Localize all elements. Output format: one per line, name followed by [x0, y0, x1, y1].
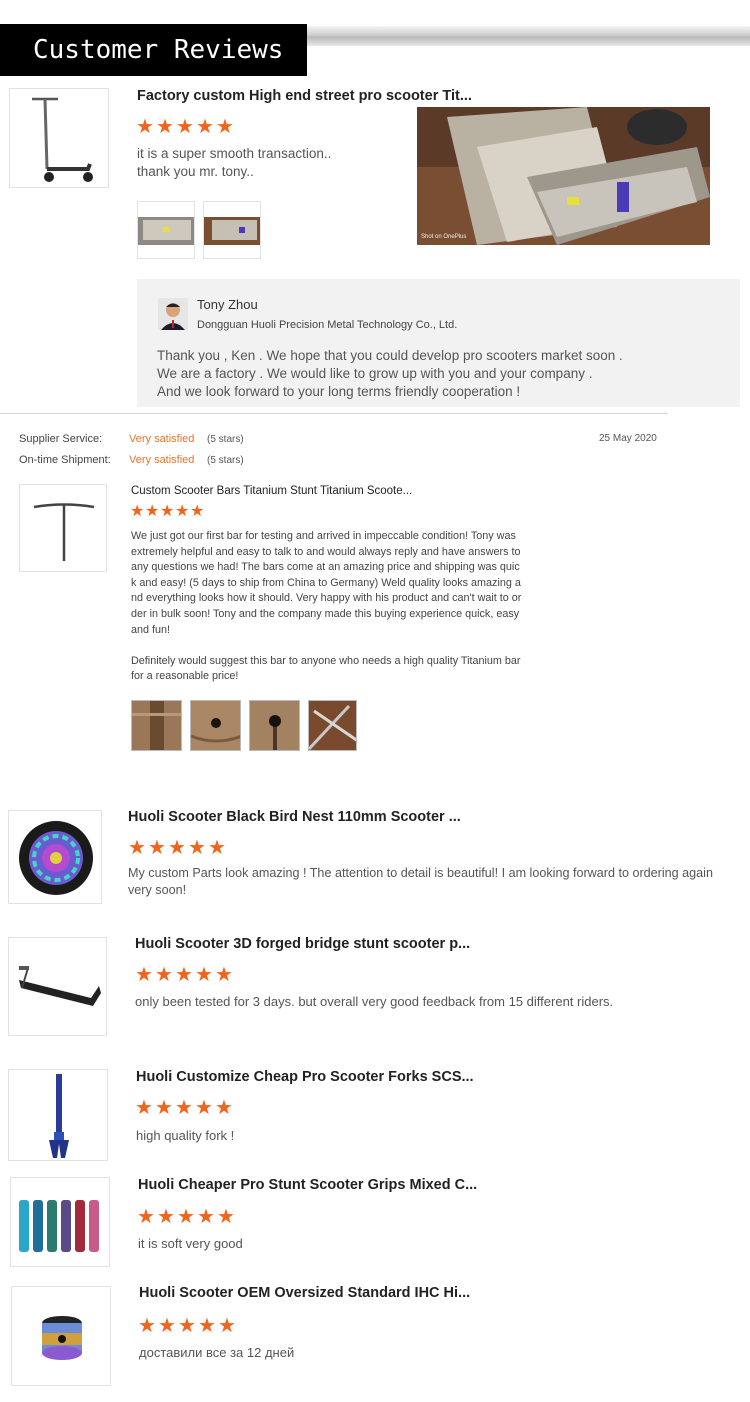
star-icon: ★: [177, 1206, 196, 1228]
star-icon: ★: [197, 1206, 216, 1228]
review-text-line: доставили все за 12 дней: [139, 1345, 295, 1360]
page-title: Customer Reviews: [0, 24, 307, 76]
rating-stars: ★★★★★: [128, 838, 228, 858]
star-icon: ★: [175, 503, 191, 520]
review-text: We just got our first bar for testing an…: [131, 529, 571, 685]
review-text-line: nd everything looks how it should. Very …: [131, 592, 522, 605]
review-photo-large[interactable]: Shot on OnePlus: [417, 107, 710, 245]
divider: [0, 413, 668, 414]
review-text-line: der in bulk soon! Tony and the company m…: [131, 607, 520, 620]
star-icon: ★: [168, 837, 187, 859]
star-icon: ★: [130, 503, 146, 520]
review-product-title[interactable]: Custom Scooter Bars Titanium Stunt Titan…: [131, 485, 412, 497]
star-icon: ★: [196, 116, 215, 138]
review-product-title[interactable]: Huoli Customize Cheap Pro Scooter Forks …: [136, 1069, 474, 1085]
review-text-line: We just got our first bar for testing an…: [131, 530, 516, 542]
star-icon: ★: [208, 837, 227, 859]
header-divider: [307, 26, 750, 46]
review-date: 25 May 2020: [599, 433, 657, 444]
star-icon: ★: [216, 116, 235, 138]
product-thumbnail-bars[interactable]: [19, 484, 107, 572]
review-product-title[interactable]: Factory custom High end street pro scoot…: [137, 88, 472, 104]
review-photo-thumb[interactable]: [190, 700, 241, 751]
star-icon: ★: [157, 1206, 176, 1228]
star-icon: ★: [148, 837, 167, 859]
supplier-service-stars: (5 stars): [207, 434, 244, 445]
review-text-line: extremely helpful and easy to talk to an…: [131, 545, 521, 558]
review-text-line: k and easy! (5 days to ship from China t…: [131, 576, 521, 589]
review-text-line: very soon!: [128, 883, 187, 897]
product-thumbnail-wheel[interactable]: [8, 810, 102, 904]
rating-stars: ★★★★★: [135, 965, 235, 985]
star-icon: ★: [128, 837, 147, 859]
review-product-title[interactable]: Huoli Scooter 3D forged bridge stunt sco…: [135, 936, 470, 952]
star-icon: ★: [188, 837, 207, 859]
reply-text-line: And we look forward to your long terms f…: [157, 384, 521, 399]
star-icon: ★: [156, 116, 175, 138]
review-photo-thumb[interactable]: [203, 201, 261, 259]
star-icon: ★: [218, 1315, 237, 1337]
product-thumbnail-ihc[interactable]: [11, 1286, 111, 1386]
star-icon: ★: [176, 116, 195, 138]
supplier-service-value: Very satisfied: [129, 433, 195, 445]
star-icon: ★: [215, 1097, 234, 1119]
review-product-title[interactable]: Huoli Scooter OEM Oversized Standard IHC…: [139, 1285, 470, 1301]
reply-company: Dongguan Huoli Precision Metal Technolog…: [197, 319, 458, 331]
review-photo-thumb[interactable]: [249, 700, 300, 751]
star-icon: ★: [175, 1097, 194, 1119]
star-icon: ★: [145, 503, 161, 520]
review-text-line: it is a super smooth transaction..: [137, 146, 332, 161]
review-text-line: high quality fork !: [136, 1128, 235, 1143]
review-text-line: it is soft very good: [138, 1236, 243, 1251]
review-photo-thumb[interactable]: [137, 201, 195, 259]
reply-author: Tony Zhou: [197, 297, 258, 312]
star-icon: ★: [155, 1097, 174, 1119]
star-icon: ★: [158, 1315, 177, 1337]
star-icon: ★: [155, 964, 174, 986]
product-thumbnail-fork[interactable]: [8, 1069, 108, 1161]
review-text-line: Definitely would suggest this bar to any…: [131, 654, 521, 667]
rating-stars: ★★★★★: [130, 504, 205, 520]
star-icon: ★: [135, 1097, 154, 1119]
star-icon: ★: [190, 503, 206, 520]
review-text-line: for a reasonable price!: [131, 670, 239, 683]
product-thumbnail-grips[interactable]: [10, 1177, 110, 1267]
review-product-title[interactable]: Huoli Cheaper Pro Stunt Scooter Grips Mi…: [138, 1177, 477, 1193]
reply-text-line: Thank you , Ken . We hope that you could…: [157, 348, 623, 363]
review-photo-thumb[interactable]: [131, 700, 182, 751]
star-icon: ★: [135, 964, 154, 986]
product-thumbnail-scooter[interactable]: [9, 88, 109, 188]
star-icon: ★: [178, 1315, 197, 1337]
star-icon: ★: [215, 964, 234, 986]
star-icon: ★: [175, 964, 194, 986]
review-product-title[interactable]: Huoli Scooter Black Bird Nest 110mm Scoo…: [128, 809, 461, 825]
shipment-label: On-time Shipment:: [19, 454, 111, 466]
reply-text-line: We are a factory . We would like to grow…: [157, 366, 593, 381]
star-icon: ★: [160, 503, 176, 520]
rating-stars: ★★★★★: [137, 1207, 237, 1227]
review-photo-thumb[interactable]: [308, 700, 357, 751]
photo-watermark: Shot on OnePlus: [421, 234, 466, 240]
star-icon: ★: [138, 1315, 157, 1337]
review-text-line: My custom Parts look amazing ! The atten…: [128, 866, 713, 880]
rating-stars: ★★★★★: [136, 117, 236, 137]
star-icon: ★: [136, 116, 155, 138]
shipment-stars: (5 stars): [207, 455, 244, 466]
supplier-service-label: Supplier Service:: [19, 433, 103, 445]
review-text-line: and fun!: [131, 623, 171, 636]
star-icon: ★: [195, 964, 214, 986]
star-icon: ★: [195, 1097, 214, 1119]
shipment-value: Very satisfied: [129, 454, 195, 466]
rating-stars: ★★★★★: [135, 1098, 235, 1118]
star-icon: ★: [198, 1315, 217, 1337]
star-icon: ★: [137, 1206, 156, 1228]
avatar: [158, 298, 188, 330]
product-thumbnail-deck[interactable]: [8, 937, 107, 1036]
star-icon: ★: [217, 1206, 236, 1228]
review-text-line: only been tested for 3 days. but overall…: [135, 994, 614, 1009]
review-text-line: any questions we had! The bars come at a…: [131, 561, 520, 574]
review-text-line: thank you mr. tony..: [137, 164, 254, 179]
rating-stars: ★★★★★: [138, 1316, 238, 1336]
